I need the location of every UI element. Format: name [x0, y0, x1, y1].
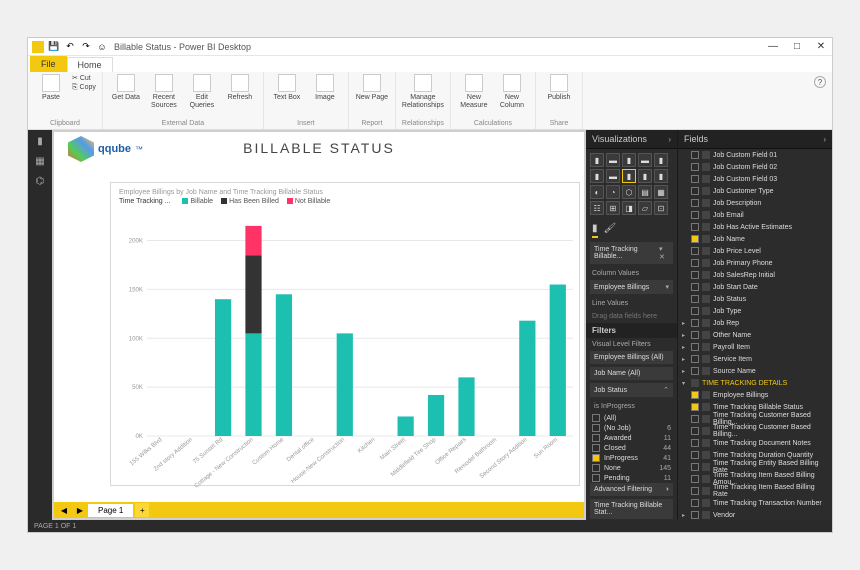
filter-option[interactable]: Awarded11 — [586, 433, 677, 443]
field-item[interactable]: Job Description — [678, 197, 832, 209]
svg-text:100K: 100K — [129, 335, 143, 342]
status-bar: PAGE 1 OF 1 — [28, 520, 832, 532]
field-item[interactable]: Time Tracking Customer Based Billing... — [678, 425, 832, 437]
filter-option[interactable]: Pending11 — [586, 473, 677, 483]
smiley-icon[interactable]: ☺ — [96, 41, 108, 53]
help-icon[interactable]: ? — [814, 76, 826, 88]
filter-option[interactable]: None145 — [586, 463, 677, 473]
svg-text:0K: 0K — [136, 433, 143, 440]
field-item[interactable]: ▸Vendor — [678, 509, 832, 520]
svg-text:Kitchen: Kitchen — [356, 436, 376, 454]
ribbon: ? Paste ✂ Cut ⎘ Copy Clipboard Get Data … — [28, 72, 832, 130]
field-item[interactable]: Time Tracking Document Notes — [678, 437, 832, 449]
report-view-icon[interactable]: ▮ — [33, 134, 47, 148]
chart-visual[interactable]: Employee Billings by Job Name and Time T… — [110, 182, 580, 486]
minimize-button[interactable]: — — [766, 41, 780, 52]
field-item[interactable]: ▸Payroll Item — [678, 341, 832, 353]
series-well[interactable]: Time Tracking Billable...▾ ✕ — [590, 242, 673, 264]
new-page-button[interactable]: New Page — [355, 74, 389, 102]
svg-text:150K: 150K — [129, 286, 143, 293]
chart-plot: 0K50K100K150K200K155 Wilks Blvd2nd story… — [147, 221, 573, 440]
filter-option[interactable]: (All) — [586, 413, 677, 423]
close-button[interactable]: ✕ — [814, 41, 828, 52]
field-item[interactable]: Job Has Active Estimates — [678, 221, 832, 233]
svg-text:Custom Home: Custom Home — [251, 436, 286, 467]
model-view-icon[interactable]: ⌬ — [33, 174, 47, 188]
edit-queries-button[interactable]: Edit Queries — [185, 74, 219, 109]
recent-sources-button[interactable]: Recent Sources — [147, 74, 181, 109]
fields-well-icon[interactable]: ▮ — [592, 223, 598, 238]
chart-legend: Time Tracking ... Billable Has Been Bill… — [111, 198, 579, 209]
cut-button[interactable]: ✂ Cut — [72, 74, 96, 82]
app-window: 💾 ↶ ↷ ☺ Billable Status - Power BI Deskt… — [27, 37, 833, 533]
page-tabs: ◀ ▶ Page 1 + — [54, 502, 584, 518]
quick-access-toolbar: 💾 ↶ ↷ ☺ — [32, 41, 108, 53]
view-rail: ▮ ▦ ⌬ — [28, 130, 52, 520]
field-item[interactable]: ▸Service Item — [678, 353, 832, 365]
filter-option[interactable]: (No Job)6 — [586, 423, 677, 433]
chevron-right-icon[interactable]: › — [823, 135, 826, 144]
field-item[interactable]: Job Custom Field 02 — [678, 161, 832, 173]
redo-icon[interactable]: ↷ — [80, 41, 92, 53]
ribbon-tabs: File Home — [28, 56, 832, 72]
filter-option[interactable]: InProgress41 — [586, 453, 677, 463]
field-item[interactable]: Job Primary Phone — [678, 257, 832, 269]
field-item[interactable]: Time Tracking Item Based Billing Rate — [678, 485, 832, 497]
page-tab-1[interactable]: Page 1 — [88, 504, 133, 517]
svg-text:Sun Room: Sun Room — [533, 436, 559, 460]
field-item[interactable]: ▸Job Rep — [678, 317, 832, 329]
chart-title: Employee Billings by Job Name and Time T… — [111, 183, 579, 198]
field-item[interactable]: Job Type — [678, 305, 832, 317]
paste-button[interactable]: Paste — [34, 74, 68, 102]
chevron-right-icon[interactable]: › — [668, 135, 671, 144]
copy-button[interactable]: ⎘ Copy — [72, 84, 96, 92]
image-button[interactable]: Image — [308, 74, 342, 102]
field-item[interactable]: Job Price Level — [678, 245, 832, 257]
field-item[interactable]: Job Status — [678, 293, 832, 305]
add-page-button[interactable]: + — [135, 503, 149, 517]
tab-file[interactable]: File — [30, 56, 67, 72]
svg-text:Cottage - New Construction: Cottage - New Construction — [193, 436, 255, 489]
svg-text:House-New Construction: House-New Construction — [290, 436, 346, 485]
field-item[interactable]: Job SalesRep Initial — [678, 269, 832, 281]
save-icon[interactable]: 💾 — [48, 41, 60, 53]
viz-gallery: ▮▬▮▬▮ ▮▬▮▮▮ ◐◔⬡▤▦ ☷⊞◨▱⊡ — [586, 149, 677, 219]
visualizations-pane: Visualizations› ▮▬▮▬▮ ▮▬▮▮▮ ◐◔⬡▤▦ ☷⊞◨▱⊡ … — [586, 130, 678, 520]
filter-option[interactable]: Closed44 — [586, 443, 677, 453]
svg-text:Dental office: Dental office — [285, 436, 316, 463]
field-item[interactable]: Job Start Date — [678, 281, 832, 293]
field-item[interactable]: ▸Other Name — [678, 329, 832, 341]
data-view-icon[interactable]: ▦ — [33, 154, 47, 168]
field-item[interactable]: Job Custom Field 03 — [678, 173, 832, 185]
new-measure-button[interactable]: New Measure — [457, 74, 491, 109]
textbox-button[interactable]: Text Box — [270, 74, 304, 102]
publish-button[interactable]: Publish — [542, 74, 576, 102]
field-item[interactable]: Job Email — [678, 209, 832, 221]
field-item[interactable]: Employee Billings — [678, 389, 832, 401]
tab-home[interactable]: Home — [67, 57, 113, 72]
undo-icon[interactable]: ↶ — [64, 41, 76, 53]
field-item[interactable]: Time Tracking Transaction Number — [678, 497, 832, 509]
get-data-button[interactable]: Get Data — [109, 74, 143, 109]
cube-icon — [68, 136, 94, 162]
report-page: qqube™ BILLABLE STATUS Employee Billings… — [54, 132, 584, 502]
maximize-button[interactable]: □ — [790, 41, 804, 52]
format-well-icon[interactable]: 🖌 — [604, 223, 617, 238]
colvals-well[interactable]: Employee Billings▾ — [590, 280, 673, 294]
field-item[interactable]: Job Custom Field 01 — [678, 149, 832, 161]
brand-logo: qqube™ — [68, 136, 143, 162]
svg-text:Main Street: Main Street — [379, 436, 408, 462]
window-title: Billable Status - Power BI Desktop — [114, 42, 251, 52]
refresh-button[interactable]: Refresh — [223, 74, 257, 109]
field-item[interactable]: Job Customer Type — [678, 185, 832, 197]
new-column-button[interactable]: New Column — [495, 74, 529, 109]
field-item[interactable]: ▸Source Name — [678, 365, 832, 377]
titlebar: 💾 ↶ ↷ ☺ Billable Status - Power BI Deskt… — [28, 38, 832, 56]
svg-text:200K: 200K — [129, 238, 143, 245]
app-logo-icon — [32, 41, 44, 53]
field-item[interactable]: Job Name — [678, 233, 832, 245]
fields-pane: Fields› Job Custom Field 01Job Custom Fi… — [678, 130, 832, 520]
manage-relationships-button[interactable]: Manage Relationships — [406, 74, 440, 109]
svg-text:50K: 50K — [132, 384, 143, 391]
